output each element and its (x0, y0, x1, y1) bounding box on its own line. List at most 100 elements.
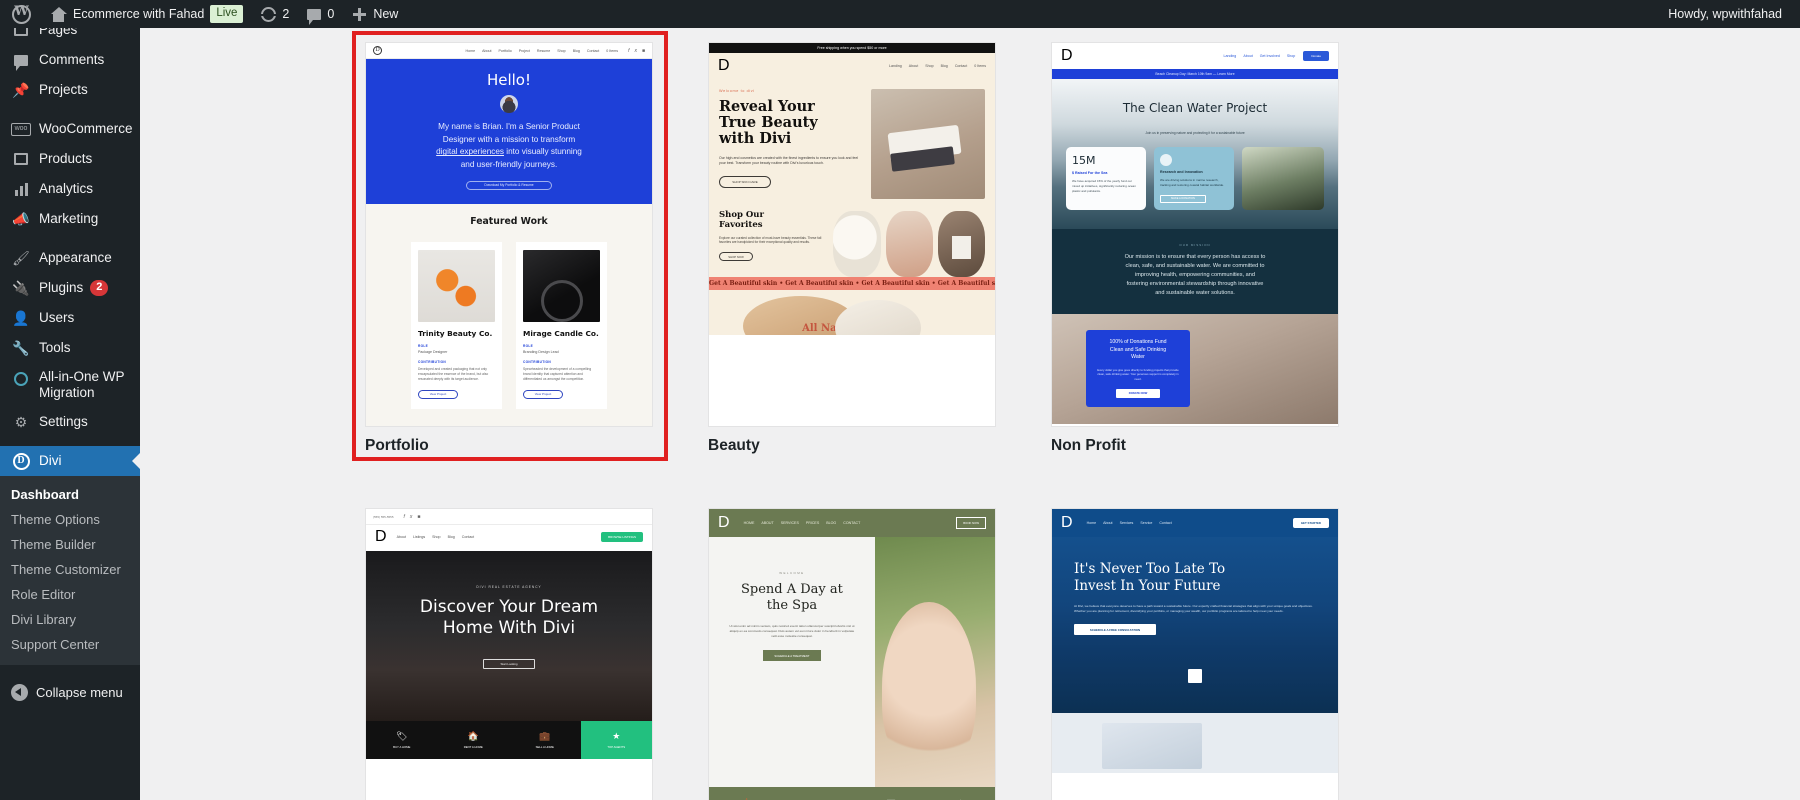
megaphone-icon: 📣 (12, 210, 30, 227)
divi-logo-icon: D (718, 514, 730, 531)
sidebar-item-pages[interactable]: Pages (0, 28, 140, 45)
sidebar-item-projects[interactable]: 📌 Projects (0, 75, 140, 105)
layout-thumbnail-spa[interactable]: D HOME ABOUT SERVICES PRICES BLOG CONTAC… (708, 508, 996, 800)
tile-top-agents: ★ TOP AGENTS (580, 721, 652, 759)
project-role-key: ROLE (523, 343, 534, 348)
submenu-item-role-editor[interactable]: Role Editor (0, 582, 140, 607)
sidebar-separator (0, 105, 140, 114)
project-image (523, 249, 600, 323)
sidebar-item-label: Comments (39, 51, 105, 67)
spa-nav-cta: BOOK NOW (956, 517, 986, 529)
finance-bottom-section (1052, 713, 1338, 774)
beauty-paragraph: Our high-end cosmetics are created with … (719, 155, 859, 166)
layout-cell-portfolio[interactable]: D Home About Portfolio Project Resume Sh… (352, 31, 668, 461)
nav-link: Contact (1159, 521, 1172, 525)
nonprofit-nav-links: Landing About Get Involved Shop (1224, 54, 1296, 58)
comments-icon (11, 50, 31, 71)
nav-link: About (1243, 54, 1253, 58)
nonprofit-stat-cards: 15M $ Raised For the Sea We have acquire… (1066, 147, 1324, 210)
shop-paragraph: Explore our curated collection of must-h… (719, 235, 822, 245)
project-contrib-value: Developed and created packaging that not… (418, 366, 489, 381)
product-image (937, 211, 985, 277)
layout-cell-beauty[interactable]: Free shipping when you spend $50 or more… (708, 42, 996, 455)
layout-thumbnail-beauty[interactable]: Free shipping when you spend $50 or more… (708, 42, 996, 427)
sidebar-item-users[interactable]: 👤 Users (0, 303, 140, 333)
wordpress-logo-button[interactable] (0, 0, 41, 28)
sidebar-item-settings[interactable]: ⚙ Settings (0, 407, 140, 437)
sidebar-item-analytics[interactable]: Analytics (0, 174, 140, 204)
layout-cell-spa[interactable]: D HOME ABOUT SERVICES PRICES BLOG CONTAC… (708, 508, 996, 800)
nav-link: About (482, 48, 492, 53)
submenu-item-theme-builder[interactable]: Theme Builder (0, 532, 140, 557)
project-title: Mirage Candle Co. (523, 328, 599, 338)
realestate-tiles: 🏷 BUY A HOME 🏠 RENT A HOME 💼 SELL A HOME… (366, 721, 652, 759)
sidebar-item-comments[interactable]: Comments (0, 45, 140, 75)
submenu-item-theme-customizer[interactable]: Theme Customizer (0, 557, 140, 582)
beauty-hero-button: SHOP SKIN CARE (719, 175, 771, 188)
comments-count: 0 (327, 7, 335, 21)
nav-link: Project (518, 48, 530, 53)
stat-paragraph: We have acquired 15% of the yearly fund … (1072, 179, 1136, 193)
nav-link: Shop (1286, 54, 1296, 58)
spa-footer-icons: 🍂 👐 ☰ ✥ (709, 787, 995, 800)
layout-label-beauty: Beauty (708, 437, 760, 454)
layout-thumbnail-non-profit[interactable]: D Landing About Get Involved Shop Donate… (1051, 42, 1339, 427)
beauty-shop-section: Shop Our Favorites Explore our curated c… (709, 199, 995, 277)
revisions-button[interactable]: 2 (252, 0, 298, 28)
comment-bubble-icon (307, 8, 322, 25)
layout-thumbnail-portfolio[interactable]: D Home About Portfolio Project Resume Sh… (365, 42, 653, 427)
sidebar-item-products[interactable]: Products (0, 144, 140, 174)
analytics-bars-icon (11, 179, 31, 199)
revisions-count: 2 (282, 7, 290, 21)
intro-line-3-tail: into visually stunning (504, 147, 582, 157)
layout-thumbnail-real-estate[interactable]: (555) 555-5555 f x ■ D About Listings Shop… (365, 508, 653, 800)
research-card: Research and Innovation We are driving s… (1154, 147, 1234, 210)
beauty-hero: Welcome to divi Reveal Your True Beauty … (709, 79, 995, 199)
home-icon (50, 6, 67, 22)
portfolio-hero-button: Download My Portfolio & Resume (466, 180, 552, 190)
collapse-menu-button[interactable]: Collapse menu (0, 675, 140, 709)
spa-hero-image (874, 537, 995, 787)
finance-nav-links: Home About Services Service Contact (1087, 521, 1172, 525)
nonprofit-mission-section: OUR MISSION Our mission is to ensure tha… (1052, 229, 1338, 315)
layout-label-portfolio: Portfolio (365, 437, 429, 454)
layout-cell-real-estate[interactable]: (555) 555-5555 f x ■ D About Listings Shop… (365, 508, 653, 800)
account-menu[interactable]: Howdy, wpwithfahad (1668, 7, 1800, 21)
cart-count: 0 Items (606, 48, 619, 53)
sidebar-item-tools[interactable]: 🔧 Tools (0, 333, 140, 363)
layout-cell-finance[interactable]: D Home About Services Service Contact GE… (1051, 508, 1339, 800)
sidebar-item-woocommerce[interactable]: woo WooCommerce (0, 114, 140, 144)
project-contrib-value: Spearheaded the development of a compell… (523, 366, 592, 381)
paintbrush-icon: 🖌 (12, 249, 30, 266)
nav-link: Landing (889, 64, 902, 68)
tile-label: SELL A HOME (535, 744, 554, 749)
site-name-label: Ecommerce with Fahad (73, 7, 205, 21)
nav-link: ABOUT (761, 521, 774, 525)
tile-label: TOP AGENTS (607, 744, 626, 749)
finance-nav: D Home About Services Service Contact GE… (1052, 509, 1338, 537)
beauty-hero-copy: Welcome to divi Reveal Your True Beauty … (719, 89, 863, 199)
live-badge: Live (210, 5, 244, 23)
sidebar-item-marketing[interactable]: 📣 Marketing (0, 204, 140, 234)
submenu-item-support-center[interactable]: Support Center (0, 632, 140, 657)
realestate-hero: DIVI REAL ESTATE AGENCY Discover Your Dr… (366, 551, 652, 721)
submenu-item-dashboard[interactable]: Dashboard (0, 482, 140, 507)
sidebar-item-label: Users (39, 309, 75, 325)
sidebar-item-plugins[interactable]: 🔌 Plugins 2 (0, 273, 140, 303)
comments-button[interactable]: 0 (298, 0, 343, 28)
nav-link: Contact (461, 535, 475, 539)
donation-line-1: 100% of Donations Fund (1109, 339, 1167, 346)
layout-cell-non-profit[interactable]: D Landing About Get Involved Shop Donate… (1051, 42, 1339, 455)
site-name-button[interactable]: Ecommerce with Fahad Live (41, 0, 252, 28)
layout-thumbnail-finance[interactable]: D Home About Services Service Contact GE… (1051, 508, 1339, 800)
sidebar-separator (0, 437, 140, 446)
pin-icon: 📌 (12, 81, 30, 98)
sidebar-item-appearance[interactable]: 🖌 Appearance (0, 243, 140, 273)
submenu-item-divi-library[interactable]: Divi Library (0, 607, 140, 632)
submenu-item-theme-options[interactable]: Theme Options (0, 507, 140, 532)
nav-link: BLOG (826, 521, 837, 525)
portfolio-featured-section: Featured Work Trinity Beauty Co. ROLE Pa… (366, 203, 652, 426)
new-content-button[interactable]: New (343, 0, 407, 28)
sidebar-item-divi[interactable]: D Divi (0, 446, 140, 476)
sidebar-item-all-in-one-wp-migration[interactable]: All-in-One WP Migration (0, 363, 140, 407)
